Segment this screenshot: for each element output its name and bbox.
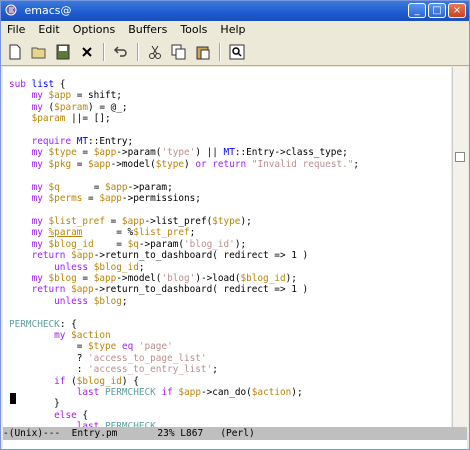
close-button[interactable]: × [448, 3, 466, 18]
toolbar-separator [103, 43, 105, 61]
menu-buffers[interactable]: Buffers [126, 21, 169, 39]
search-icon[interactable] [227, 42, 247, 62]
toolbar [1, 39, 469, 66]
code-text: sub list { my $app = shift; my ($param) … [9, 79, 360, 427]
cut-icon[interactable] [145, 42, 165, 62]
vertical-scrollbar[interactable] [452, 67, 468, 427]
save-icon[interactable] [53, 42, 73, 62]
title-bar: emacs@ _ □ × [1, 1, 469, 21]
scrollbar-thumb[interactable] [455, 152, 465, 162]
new-file-icon[interactable] [5, 42, 25, 62]
text-cursor [10, 393, 16, 404]
minimize-button[interactable]: _ [408, 3, 426, 18]
close-icon[interactable] [77, 42, 97, 62]
menu-file[interactable]: File [5, 21, 27, 39]
emacs-window: emacs@ _ □ × File Edit Options Buffers T… [0, 0, 470, 450]
menu-help[interactable]: Help [218, 21, 247, 39]
maximize-button[interactable]: □ [428, 3, 446, 18]
emacs-app-icon [5, 4, 17, 16]
window-title: emacs@ [24, 4, 72, 17]
menu-options[interactable]: Options [71, 21, 117, 39]
editor-buffer[interactable]: sub list { my $app = shift; my ($param) … [3, 67, 451, 427]
undo-icon[interactable] [111, 42, 131, 62]
menu-bar: File Edit Options Buffers Tools Help [1, 21, 469, 39]
toolbar-separator [219, 43, 221, 61]
menu-edit[interactable]: Edit [36, 21, 61, 39]
toolbar-separator [137, 43, 139, 61]
copy-icon[interactable] [169, 42, 189, 62]
paste-icon[interactable] [193, 42, 213, 62]
menu-tools[interactable]: Tools [178, 21, 209, 39]
mode-line: -(Unix)--- Entry.pm 23% L867 (Perl) [3, 427, 467, 440]
minibuffer[interactable] [3, 440, 467, 449]
open-folder-icon[interactable] [29, 42, 49, 62]
